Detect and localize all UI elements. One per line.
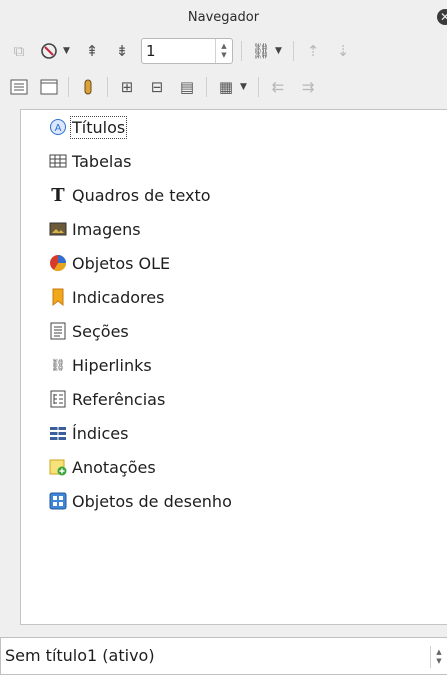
headings-icon: A bbox=[49, 118, 67, 136]
index-icon bbox=[49, 424, 67, 442]
tree-item-indicadores[interactable]: Indicadores bbox=[49, 284, 164, 310]
tree-item-referencias[interactable]: Referências bbox=[49, 386, 165, 412]
toolbar-separator bbox=[241, 41, 242, 61]
tree-item-label: Índices bbox=[72, 423, 129, 443]
stepper-arrows-icon[interactable]: ▲ ▼ bbox=[215, 39, 232, 63]
content-view-toggle-icon[interactable]: ⧉ bbox=[8, 40, 30, 62]
image-icon bbox=[49, 220, 67, 238]
table-icon bbox=[49, 152, 67, 170]
tree-item-objetos-de-desenho[interactable]: Objetos de desenho bbox=[49, 488, 232, 514]
anchor-icon[interactable]: ▤ bbox=[176, 76, 198, 98]
tree-item-label: Objetos OLE bbox=[72, 253, 171, 273]
drag-mode-icon[interactable]: ⛓ bbox=[250, 40, 272, 62]
text-frame-icon: T bbox=[51, 184, 65, 206]
toolbar-separator bbox=[107, 77, 108, 97]
heading-levels-icon[interactable]: ▦ bbox=[215, 76, 237, 98]
previous-object-icon[interactable]: ⇞ bbox=[81, 40, 103, 62]
tree-item-indices[interactable]: Índices bbox=[49, 420, 128, 446]
demote-level-icon[interactable]: ⇉ bbox=[297, 76, 319, 98]
section-icon bbox=[49, 322, 67, 340]
toolbar-separator bbox=[258, 77, 259, 97]
drawing-object-icon bbox=[49, 492, 67, 510]
svg-text:A: A bbox=[55, 123, 62, 134]
toolbar-separator bbox=[293, 41, 294, 61]
demote-chapter-icon[interactable]: ⇣ bbox=[332, 40, 354, 62]
tree-item-label: Quadros de texto bbox=[72, 185, 211, 205]
close-icon[interactable]: ✕ bbox=[437, 9, 447, 25]
comment-icon bbox=[49, 458, 67, 476]
master-view-icon[interactable] bbox=[38, 76, 60, 98]
chevron-down-icon[interactable]: ▼ bbox=[240, 82, 250, 92]
promote-chapter-icon[interactable]: ⇡ bbox=[302, 40, 324, 62]
navigator-content-tree[interactable]: A Títulos Tabelas T Quadros de texto Ima… bbox=[20, 109, 447, 625]
tree-item-secoes[interactable]: Seções bbox=[49, 318, 129, 344]
tree-item-anotacoes[interactable]: Anotações bbox=[49, 454, 156, 480]
tree-item-hiperlinks[interactable]: ⛓ Hiperlinks bbox=[49, 352, 152, 378]
tree-item-titulos[interactable]: A Títulos bbox=[49, 114, 128, 140]
list-box-on-off-icon[interactable] bbox=[8, 76, 30, 98]
toolbar-separator bbox=[68, 77, 69, 97]
page-number-value: 1 bbox=[146, 42, 156, 60]
document-select[interactable]: Sem título1 (ativo) ▲ ▼ bbox=[0, 637, 447, 675]
tree-item-imagens[interactable]: Imagens bbox=[49, 216, 141, 242]
tree-item-label: Tabelas bbox=[72, 151, 132, 171]
navigation-target-icon[interactable] bbox=[38, 40, 60, 62]
navigator-toolbar-2: ⊞ ⊟ ▤ ▦ ▼ ⇇ ⇉ bbox=[0, 70, 447, 104]
document-select-value: Sem título1 (ativo) bbox=[5, 646, 155, 665]
tree-item-tabelas[interactable]: Tabelas bbox=[49, 148, 132, 174]
tree-item-label: Hiperlinks bbox=[72, 355, 152, 375]
chevron-down-icon[interactable]: ▼ bbox=[275, 46, 285, 56]
ole-object-icon bbox=[49, 254, 67, 272]
footer-icon[interactable]: ⊟ bbox=[146, 76, 168, 98]
chevron-down-icon[interactable]: ▼ bbox=[63, 46, 73, 56]
toolbar-separator bbox=[206, 77, 207, 97]
next-object-icon[interactable]: ⇟ bbox=[111, 40, 133, 62]
tree-item-label: Objetos de desenho bbox=[72, 491, 232, 511]
navigator-toolbar-1: ⧉ ▼ ⇞ ⇟ 1 ▲ ▼ ⛓ ▼ ⇡ ⇣ bbox=[0, 34, 447, 68]
page-number-stepper[interactable]: 1 ▲ ▼ bbox=[141, 38, 233, 64]
window-title: Navegador bbox=[187, 9, 260, 25]
tree-item-label: Seções bbox=[72, 321, 129, 341]
reference-icon bbox=[49, 390, 67, 408]
navigator-title-bar: Navegador ✕ bbox=[0, 0, 447, 34]
tree-item-label: Referências bbox=[72, 389, 166, 409]
tree-item-label: Indicadores bbox=[72, 287, 165, 307]
tree-item-objetos-ole[interactable]: Objetos OLE bbox=[49, 250, 170, 276]
bookmark-icon bbox=[49, 288, 67, 306]
tree-item-label: Imagens bbox=[72, 219, 141, 239]
reminder-icon[interactable] bbox=[77, 76, 99, 98]
header-icon[interactable]: ⊞ bbox=[116, 76, 138, 98]
hyperlink-icon: ⛓ bbox=[50, 358, 66, 372]
tree-item-quadros-de-texto[interactable]: T Quadros de texto bbox=[49, 182, 211, 208]
promote-level-icon[interactable]: ⇇ bbox=[267, 76, 289, 98]
tree-item-label: Títulos bbox=[69, 115, 128, 139]
select-arrows-icon[interactable]: ▲ ▼ bbox=[430, 646, 447, 668]
tree-item-label: Anotações bbox=[72, 457, 156, 477]
